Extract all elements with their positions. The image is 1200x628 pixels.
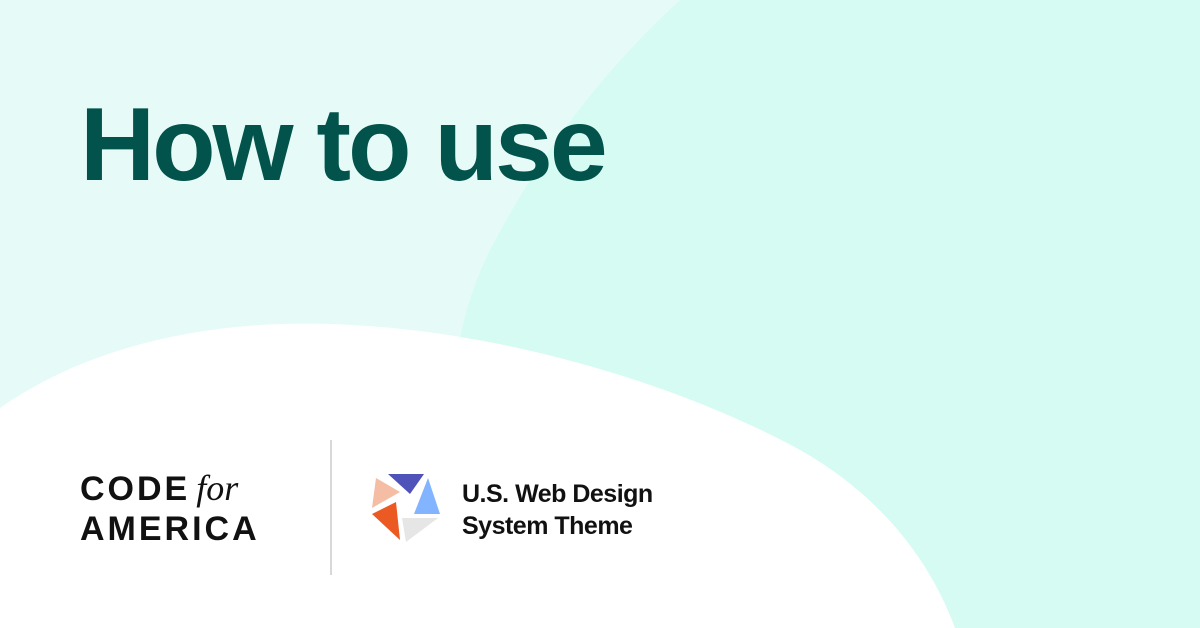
page-title: How to use xyxy=(80,87,608,203)
uswds-title-line-2: System Theme xyxy=(462,512,633,540)
mark-shard-orange xyxy=(372,502,400,540)
logo-word-america: AMERICA xyxy=(80,510,260,548)
logo-word-for: for xyxy=(196,468,239,508)
uswds-theme-name: U.S. Web Design System Theme xyxy=(462,478,653,542)
uswds-title-line-1: U.S. Web Design xyxy=(462,480,653,508)
logo-line-1: CODE for xyxy=(80,470,238,506)
mark-shard-gray xyxy=(402,518,438,542)
uswds-logo-icon xyxy=(372,474,440,542)
hero-banner: How to use CODE for AMERICA U.S. Web Desi… xyxy=(0,0,1200,628)
code-for-america-logo: CODE for AMERICA xyxy=(80,470,300,550)
logo-line-2: AMERICA xyxy=(80,512,260,546)
logo-divider xyxy=(330,440,332,575)
mark-shard-blue xyxy=(414,478,440,514)
logo-word-code: CODE xyxy=(80,470,191,508)
